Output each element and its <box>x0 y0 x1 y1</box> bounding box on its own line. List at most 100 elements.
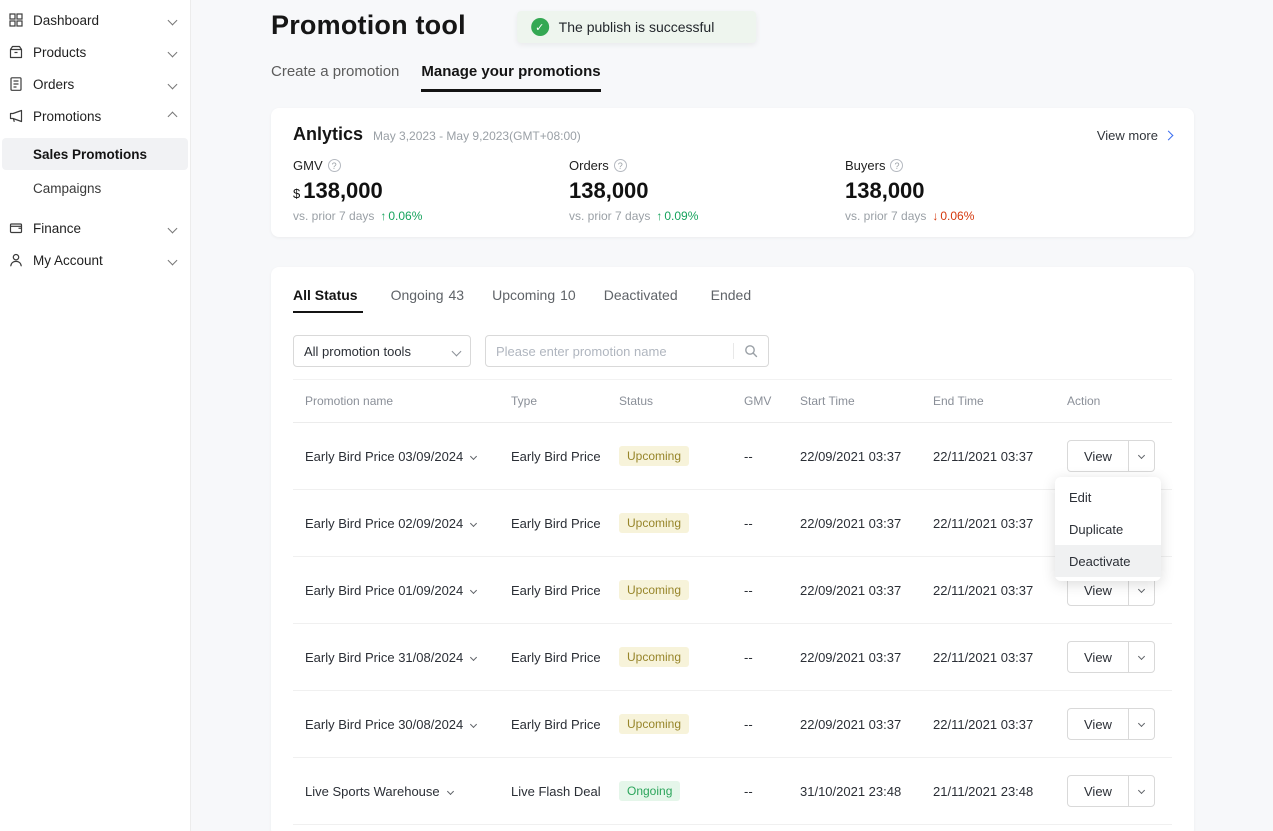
table-header: Promotion name Type Status GMV Start Tim… <box>293 379 1172 423</box>
chevron-down-icon[interactable] <box>470 586 477 593</box>
analytics-date-range: May 3,2023 - May 9,2023(GMT+08:00) <box>373 129 581 143</box>
view-button[interactable]: View <box>1067 708 1155 740</box>
info-icon[interactable] <box>614 159 627 172</box>
start-time: 22/09/2021 03:37 <box>791 449 924 464</box>
view-more-label: View more <box>1097 128 1158 143</box>
finance-icon <box>8 220 24 236</box>
sidebar-item-sales-promotions[interactable]: Sales Promotions <box>2 138 188 170</box>
promotion-tool-app: Dashboard Products Orders Promotions Sa <box>0 0 1273 831</box>
chevron-down-icon[interactable] <box>1128 776 1154 806</box>
tab-deactivated[interactable]: Deactivated <box>604 287 683 313</box>
view-more-link[interactable]: View more <box>1097 128 1172 143</box>
trend-up-icon <box>656 209 662 223</box>
chevron-down-icon[interactable] <box>1128 441 1154 471</box>
trend-up-icon <box>380 209 386 223</box>
orders-icon <box>8 76 24 92</box>
metric-label: Orders <box>569 158 609 173</box>
tab-ongoing[interactable]: Ongoing43 <box>391 287 465 313</box>
sidebar-item-products[interactable]: Products <box>2 36 188 68</box>
tab-manage-promotions[interactable]: Manage your promotions <box>421 63 600 92</box>
chevron-down-icon[interactable] <box>447 787 454 794</box>
metric-value: 138,000 <box>569 178 649 203</box>
analytics-title: Anlytics <box>293 124 363 145</box>
metric-gmv: GMV $138,000 vs. prior 7 days0.06% <box>293 158 569 223</box>
col-promotion-name: Promotion name <box>293 394 502 408</box>
chevron-down-icon[interactable] <box>470 720 477 727</box>
promotion-name: Early Bird Price 30/08/2024 <box>305 717 463 732</box>
search-icon[interactable] <box>734 344 768 358</box>
end-time: 22/11/2021 03:37 <box>924 650 1051 665</box>
sidebar-item-promotions[interactable]: Promotions <box>2 100 188 132</box>
gmv-value: -- <box>735 449 791 464</box>
analytics-card: Anlytics May 3,2023 - May 9,2023(GMT+08:… <box>271 108 1194 237</box>
col-gmv: GMV <box>735 394 791 408</box>
metric-label: Buyers <box>845 158 885 173</box>
analytics-header: Anlytics May 3,2023 - May 9,2023(GMT+08:… <box>293 124 1172 145</box>
start-time: 22/09/2021 03:37 <box>791 650 924 665</box>
status-badge: Ongoing <box>619 781 680 801</box>
metric-change: 0.09% <box>664 209 698 223</box>
sidebar-item-my-account[interactable]: My Account <box>2 244 188 276</box>
chevron-down-icon[interactable] <box>1128 642 1154 672</box>
selected-tool-value: All promotion tools <box>304 344 411 359</box>
search-input[interactable] <box>486 344 733 359</box>
end-time: 22/11/2021 03:37 <box>924 583 1051 598</box>
status-badge: Upcoming <box>619 446 689 466</box>
tab-upcoming[interactable]: Upcoming10 <box>492 287 576 313</box>
table-row: Early Bird Price 02/09/2024 Early Bird P… <box>293 490 1172 557</box>
sidebar-subitem-label: Sales Promotions <box>33 147 147 162</box>
metric-change: 0.06% <box>940 209 974 223</box>
gmv-value: -- <box>735 717 791 732</box>
status-badge: Upcoming <box>619 580 689 600</box>
promotions-table: Promotion name Type Status GMV Start Tim… <box>293 379 1172 825</box>
sidebar-item-label: Products <box>33 45 169 60</box>
gmv-value: -- <box>735 650 791 665</box>
chevron-down-icon <box>169 257 180 264</box>
promotion-name: Early Bird Price 01/09/2024 <box>305 583 463 598</box>
sidebar-item-campaigns[interactable]: Campaigns <box>2 172 188 204</box>
end-time: 22/11/2021 03:37 <box>924 516 1051 531</box>
gmv-value: -- <box>735 784 791 799</box>
chevron-down-icon <box>169 81 180 88</box>
sidebar-gap <box>2 204 188 212</box>
trend-down-icon <box>932 209 938 223</box>
chevron-down-icon[interactable] <box>470 452 477 459</box>
chevron-down-icon[interactable] <box>1128 709 1154 739</box>
start-time: 22/09/2021 03:37 <box>791 583 924 598</box>
menu-item-deactivate[interactable]: Deactivate <box>1055 545 1161 577</box>
view-button[interactable]: View <box>1067 641 1155 673</box>
tab-ended[interactable]: Ended <box>711 287 756 313</box>
status-badge: Upcoming <box>619 714 689 734</box>
metric-label: GMV <box>293 158 323 173</box>
sidebar: Dashboard Products Orders Promotions Sa <box>0 0 191 831</box>
success-toast: The publish is successful <box>517 11 757 43</box>
sidebar-item-dashboard[interactable]: Dashboard <box>2 4 188 36</box>
promotion-name: Early Bird Price 03/09/2024 <box>305 449 463 464</box>
page-tabs: Create a promotion Manage your promotion… <box>271 63 1194 92</box>
promotion-name: Early Bird Price 31/08/2024 <box>305 650 463 665</box>
info-icon[interactable] <box>328 159 341 172</box>
action-dropdown-menu: Edit Duplicate Deactivate <box>1055 477 1161 581</box>
view-button[interactable]: View <box>1067 775 1155 807</box>
compare-label: vs. prior 7 days <box>293 209 374 223</box>
analytics-metrics: GMV $138,000 vs. prior 7 days0.06% Order… <box>293 158 1172 223</box>
chevron-down-icon <box>169 49 180 56</box>
dashboard-icon <box>8 12 24 28</box>
compare-label: vs. prior 7 days <box>569 209 650 223</box>
table-row: Early Bird Price 30/08/2024 Early Bird P… <box>293 691 1172 758</box>
promotion-tool-select[interactable]: All promotion tools <box>293 335 471 367</box>
sidebar-item-orders[interactable]: Orders <box>2 68 188 100</box>
menu-item-edit[interactable]: Edit <box>1055 481 1161 513</box>
promotion-type: Live Flash Deal <box>502 784 610 799</box>
chevron-down-icon <box>452 346 462 356</box>
chevron-down-icon[interactable] <box>470 519 477 526</box>
sidebar-item-finance[interactable]: Finance <box>2 212 188 244</box>
table-row: Early Bird Price 01/09/2024 Early Bird P… <box>293 557 1172 624</box>
chevron-down-icon[interactable] <box>470 653 477 660</box>
menu-item-duplicate[interactable]: Duplicate <box>1055 513 1161 545</box>
tab-create-promotion[interactable]: Create a promotion <box>271 63 399 92</box>
tab-all-status[interactable]: All Status <box>293 287 363 313</box>
info-icon[interactable] <box>890 159 903 172</box>
metric-change: 0.06% <box>388 209 422 223</box>
view-button[interactable]: View <box>1067 440 1155 472</box>
